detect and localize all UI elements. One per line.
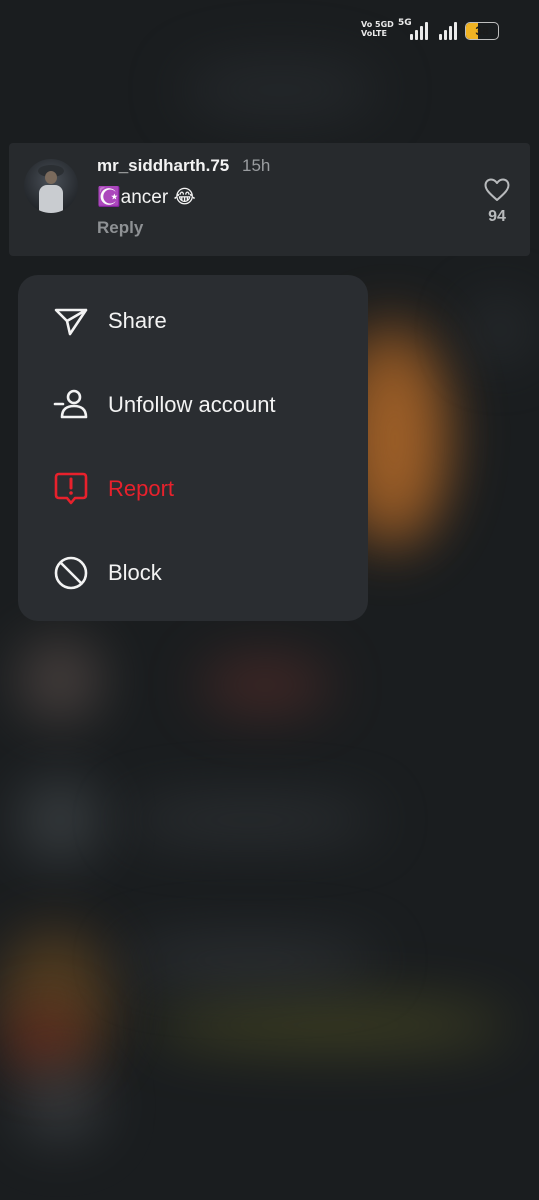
menu-item-share[interactable]: Share xyxy=(18,279,368,363)
status-bar: Vo 5GD VoLTE 5G 38 xyxy=(0,0,539,60)
battery-icon: 38 xyxy=(465,22,499,40)
menu-item-report[interactable]: Report xyxy=(18,447,368,531)
avatar[interactable] xyxy=(24,159,78,213)
comment-options-menu: Share Unfollow account Report Block xyxy=(18,275,368,621)
comment-username[interactable]: mr_siddharth.75 xyxy=(97,156,229,176)
menu-item-block[interactable]: Block xyxy=(18,531,368,615)
block-circle-icon xyxy=(54,556,88,590)
signal-strength-icon xyxy=(410,20,428,40)
screen: Vo 5GD VoLTE 5G 38 mr_siddharth.75 15h ☪… xyxy=(0,0,539,1200)
menu-item-label: Share xyxy=(108,308,167,333)
paper-plane-icon xyxy=(54,308,88,336)
heart-outline-icon[interactable] xyxy=(484,178,510,202)
like-count: 94 xyxy=(488,208,506,225)
signal-strength-icon-2 xyxy=(439,20,457,40)
report-exclamation-icon xyxy=(54,472,88,505)
network-volte-label: Vo 5GD VoLTE xyxy=(361,20,394,38)
reply-button[interactable]: Reply xyxy=(97,218,143,238)
person-minus-icon xyxy=(53,389,88,419)
battery-level: 38 xyxy=(475,24,489,38)
comment-text: ☪️ancer 😂 xyxy=(97,187,196,208)
menu-item-label: Block xyxy=(108,560,162,585)
menu-item-label: Report xyxy=(108,476,175,501)
menu-item-unfollow-account[interactable]: Unfollow account xyxy=(18,363,368,447)
comment-time: 15h xyxy=(242,156,271,175)
menu-item-label: Unfollow account xyxy=(108,392,276,417)
